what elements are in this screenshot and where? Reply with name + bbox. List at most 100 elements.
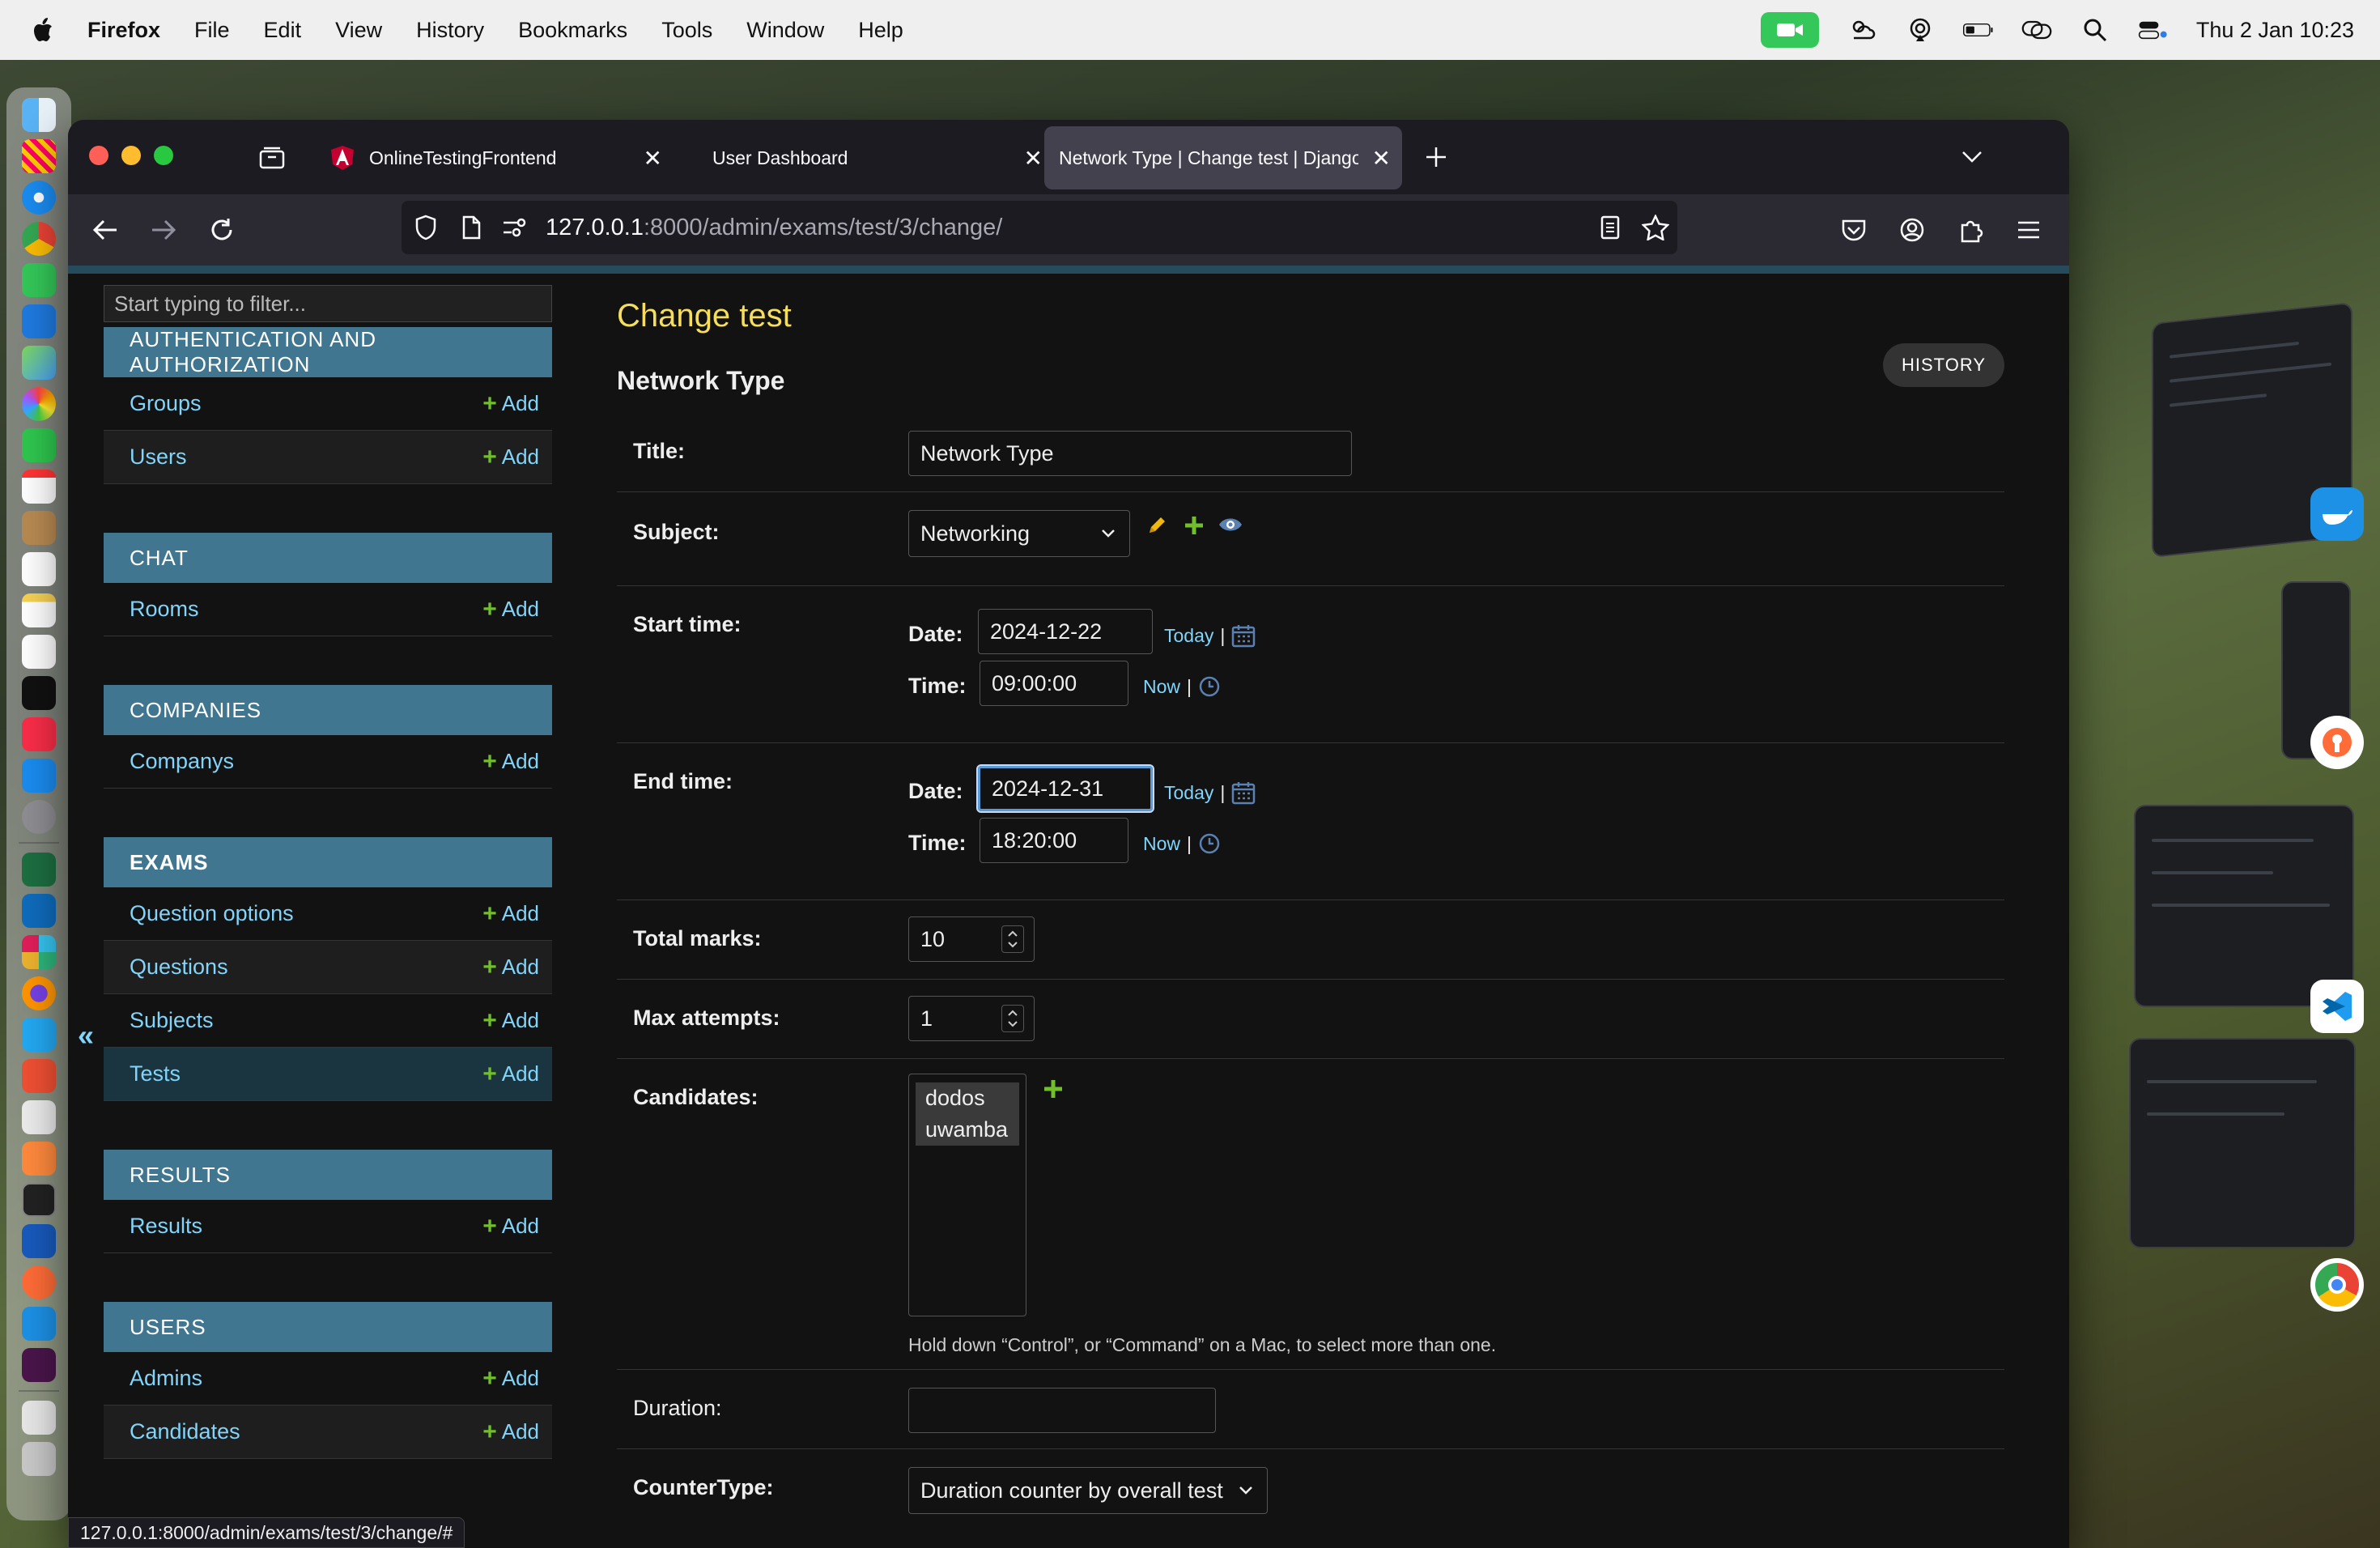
back-arrow-icon[interactable] bbox=[89, 214, 121, 246]
view-related-eye-icon[interactable] bbox=[1218, 515, 1243, 534]
menu-window[interactable]: Window bbox=[746, 18, 824, 43]
tab-close-icon[interactable]: ✕ bbox=[644, 145, 662, 172]
sidebar-item-questions[interactable]: Questions + Add bbox=[104, 941, 552, 994]
docker-icon[interactable] bbox=[22, 1306, 56, 1341]
model-link[interactable]: Users bbox=[130, 444, 187, 470]
maps-icon[interactable] bbox=[22, 345, 56, 380]
candidate-option[interactable]: uwamba bbox=[916, 1114, 1019, 1146]
duration-input[interactable] bbox=[908, 1388, 1216, 1433]
menu-view[interactable]: View bbox=[335, 18, 382, 43]
menu-help[interactable]: Help bbox=[858, 18, 903, 43]
add-link[interactable]: + Add bbox=[482, 1365, 539, 1393]
facetime-icon[interactable] bbox=[22, 427, 56, 462]
module-caption-chat[interactable]: CHAT bbox=[104, 533, 552, 583]
module-caption-companies[interactable]: COMPANIES bbox=[104, 685, 552, 735]
docker-app-icon[interactable] bbox=[2310, 487, 2364, 541]
sidebar-item-rooms[interactable]: Rooms + Add bbox=[104, 583, 552, 636]
camera-in-use-icon[interactable] bbox=[1760, 12, 1819, 48]
model-link[interactable]: Admins bbox=[130, 1366, 202, 1391]
sidebar-item-companys[interactable]: Companys + Add bbox=[104, 735, 552, 789]
tab-online-testing-frontend[interactable]: OnlineTestingFrontend ✕ bbox=[311, 126, 678, 189]
window-close-button[interactable] bbox=[89, 146, 108, 165]
downloads-folder-icon[interactable] bbox=[22, 1400, 56, 1435]
screen-mirroring-icon[interactable] bbox=[2021, 16, 2052, 44]
model-link[interactable]: Tests bbox=[130, 1061, 181, 1087]
excel-icon[interactable] bbox=[22, 852, 56, 887]
slack-secondary-icon[interactable] bbox=[22, 1347, 56, 1382]
music-icon[interactable] bbox=[22, 717, 56, 751]
list-all-tabs-chevron-icon[interactable] bbox=[1956, 141, 1988, 173]
end-date-input[interactable]: 2024-12-31 bbox=[976, 764, 1154, 813]
firefox-view-icon[interactable] bbox=[256, 141, 288, 173]
menu-bookmarks[interactable]: Bookmarks bbox=[518, 18, 627, 43]
sublime-icon[interactable] bbox=[22, 1141, 56, 1176]
tab-close-icon[interactable]: ✕ bbox=[1372, 145, 1391, 172]
airplay-audio-icon[interactable] bbox=[1905, 16, 1936, 44]
number-spinner-icon[interactable] bbox=[1001, 925, 1024, 953]
chrome-app-icon[interactable] bbox=[2310, 1258, 2364, 1312]
sidebar-item-results[interactable]: Results + Add bbox=[104, 1200, 552, 1253]
pocket-icon[interactable] bbox=[1838, 214, 1870, 246]
add-related-plus-icon[interactable] bbox=[1041, 1077, 1065, 1101]
slack-icon[interactable] bbox=[22, 934, 56, 969]
notes-icon[interactable] bbox=[22, 593, 56, 627]
url-text[interactable]: 127.0.0.1:8000/admin/exams/test/3/change… bbox=[546, 215, 1002, 241]
firefox-icon[interactable] bbox=[22, 976, 56, 1010]
calendar-icon[interactable] bbox=[22, 469, 56, 504]
mail-icon[interactable] bbox=[22, 304, 56, 338]
vscode-icon[interactable] bbox=[22, 1017, 56, 1052]
bookmark-star-icon[interactable] bbox=[1642, 215, 1669, 240]
end-time-input[interactable]: 18:20:00 bbox=[980, 818, 1128, 863]
end-now-link[interactable]: Now bbox=[1143, 833, 1180, 855]
sidebar-item-candidates[interactable]: Candidates + Add bbox=[104, 1406, 552, 1459]
preview-icon[interactable] bbox=[22, 1099, 56, 1134]
edit-related-pencil-icon[interactable] bbox=[1145, 513, 1169, 538]
model-link[interactable]: Groups bbox=[130, 391, 202, 416]
calendar-icon[interactable] bbox=[1231, 780, 1256, 805]
menu-edit[interactable]: Edit bbox=[264, 18, 302, 43]
system-settings-icon[interactable] bbox=[22, 799, 56, 834]
safari-icon[interactable] bbox=[22, 180, 56, 215]
postman-icon[interactable] bbox=[22, 1265, 56, 1299]
start-today-link[interactable]: Today bbox=[1164, 625, 1213, 647]
new-tab-plus-icon[interactable] bbox=[1420, 141, 1452, 173]
app-store-icon[interactable] bbox=[22, 758, 56, 793]
word-icon[interactable] bbox=[22, 1223, 56, 1258]
apple-tv-icon[interactable] bbox=[22, 675, 56, 710]
menu-tools[interactable]: Tools bbox=[661, 18, 712, 43]
messages-icon[interactable] bbox=[22, 262, 56, 297]
account-icon[interactable] bbox=[1896, 214, 1928, 246]
extensions-puzzle-icon[interactable] bbox=[1954, 214, 1987, 246]
menu-history[interactable]: History bbox=[416, 18, 484, 43]
stage-manager-window-thumbnail[interactable] bbox=[2134, 805, 2354, 1007]
url-bar[interactable]: 127.0.0.1:8000/admin/exams/test/3/change… bbox=[402, 201, 1677, 254]
site-permissions-icon[interactable] bbox=[502, 218, 528, 237]
calendar-icon[interactable] bbox=[1231, 623, 1256, 648]
total-marks-input[interactable]: 10 bbox=[908, 916, 1035, 962]
toggle-sidebar-button[interactable]: « bbox=[78, 1019, 94, 1053]
weather-icon[interactable] bbox=[1847, 16, 1877, 44]
tracking-protection-shield-icon[interactable] bbox=[414, 215, 437, 240]
model-link[interactable]: Results bbox=[130, 1214, 202, 1239]
candidates-multi-select[interactable]: dodos uwamba bbox=[908, 1074, 1026, 1316]
add-link[interactable]: + Add bbox=[482, 1061, 539, 1088]
photos-icon[interactable] bbox=[22, 386, 56, 421]
start-date-input[interactable]: 2024-12-22 bbox=[978, 609, 1153, 654]
window-zoom-button[interactable] bbox=[154, 146, 173, 165]
title-input[interactable]: Network Type bbox=[908, 431, 1352, 476]
window-minimize-button[interactable] bbox=[121, 146, 141, 165]
menubar-clock[interactable]: Thu 2 Jan 10:23 bbox=[2196, 18, 2354, 43]
sidebar-item-question-options[interactable]: Question options + Add bbox=[104, 887, 552, 941]
number-spinner-icon[interactable] bbox=[1001, 1005, 1024, 1032]
counter-type-select[interactable]: Duration counter by overall test bbox=[908, 1467, 1268, 1514]
add-link[interactable]: + Add bbox=[482, 390, 539, 418]
control-center-icon[interactable] bbox=[2138, 16, 2169, 44]
model-link[interactable]: Rooms bbox=[130, 597, 199, 622]
tab-close-icon[interactable]: ✕ bbox=[1024, 145, 1043, 172]
sidebar-item-admins[interactable]: Admins + Add bbox=[104, 1352, 552, 1406]
add-link[interactable]: + Add bbox=[482, 1213, 539, 1240]
hamburger-menu-icon[interactable] bbox=[2012, 214, 2045, 246]
end-today-link[interactable]: Today bbox=[1164, 782, 1213, 804]
apple-logo-icon[interactable] bbox=[32, 18, 53, 42]
trash-icon[interactable] bbox=[22, 1441, 56, 1476]
